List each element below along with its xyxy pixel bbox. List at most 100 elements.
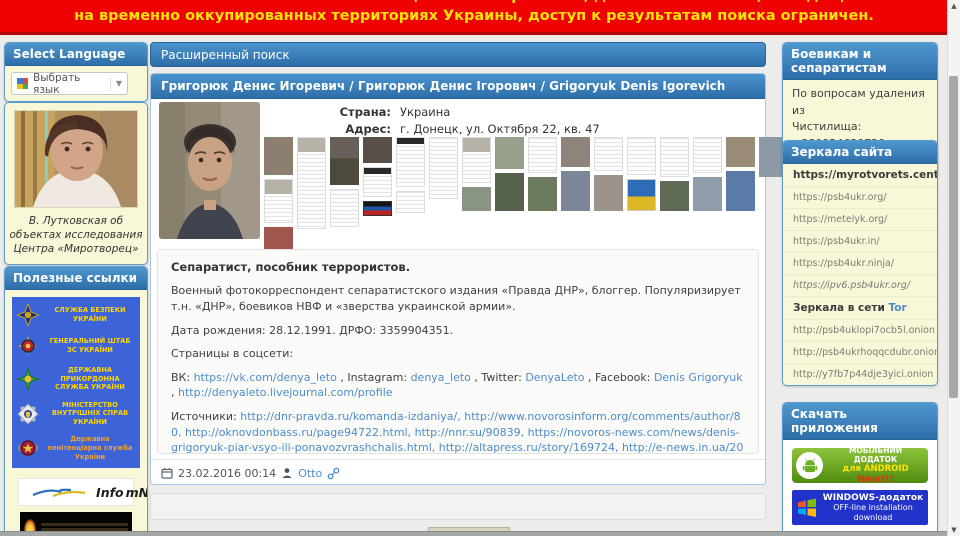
evidence-thumbnail[interactable]	[660, 181, 689, 211]
livejournal-link[interactable]: http://denyaleto.livejournal.com/profile	[178, 386, 393, 399]
mirror-link[interactable]: https://myrotvorets.center/	[783, 164, 937, 186]
sources-label: Источники:	[171, 409, 237, 423]
google-translate-icon	[17, 78, 28, 89]
mirror-link[interactable]: https://psb4ukr.org/	[783, 186, 937, 208]
mirror-link[interactable]: https://metelyk.org/	[783, 208, 937, 230]
select-language-header: Select Language	[5, 43, 147, 66]
windows-logo-icon	[798, 498, 816, 517]
evidence-thumbnail[interactable]	[495, 173, 524, 211]
genstab-emblem-icon	[16, 335, 40, 357]
language-select-label: Выбрать язык	[33, 71, 81, 96]
onion-mirror-link[interactable]: http://psb4uklopi7ocb5l.onion	[783, 319, 937, 341]
evidence-thumbnail[interactable]	[396, 191, 425, 213]
myrotvorets-page: Уважаемые пользователи! По независящим о…	[0, 0, 960, 536]
evidence-thumbnail[interactable]	[561, 137, 590, 167]
useful-links-box: Полезные ссылки СЛУЖБА БЕЗПЕКИ УКРАЇНИ Г…	[4, 266, 148, 536]
language-select-widget[interactable]: Выбрать язык ▼	[11, 71, 128, 96]
evidence-thumbnail[interactable]	[726, 137, 755, 167]
link-penitentiary[interactable]: Державна пенітенціарна служба України	[16, 435, 136, 461]
person-icon	[282, 468, 292, 478]
informnapalm-wave-icon	[32, 488, 86, 498]
scroll-down-arrow[interactable]: ▼	[948, 526, 960, 534]
evidence-thumbnail[interactable]	[594, 137, 623, 171]
evidence-thumbnail[interactable]	[726, 171, 755, 211]
social-links-line: ВК: https://vk.com/denya_leto , Instagra…	[171, 370, 743, 400]
evidence-thumbnail[interactable]	[264, 137, 293, 175]
tor-mirrors-header: Зеркала в сети Tor	[783, 296, 937, 319]
sbu-emblem-icon	[16, 304, 40, 326]
onion-mirror-link[interactable]: http://y7fb7p44dje3yici.onion	[783, 363, 937, 385]
evidence-thumbnail[interactable]	[330, 189, 359, 227]
twitter-link[interactable]: DenyaLeto	[525, 371, 584, 384]
evidence-thumbnail[interactable]	[297, 137, 326, 229]
useful-links-header: Полезные ссылки	[5, 267, 147, 290]
evidence-thumbnail[interactable]	[528, 137, 557, 173]
evidence-thumbnail[interactable]	[627, 179, 656, 211]
border-service-emblem-icon	[16, 367, 40, 390]
evidence-thumbnail[interactable]	[660, 137, 689, 177]
author-link[interactable]: Otto	[298, 467, 322, 480]
link-genstab[interactable]: ГЕНЕРАЛЬНИЙ ШТАБ ЗС УКРАЇНИ	[16, 335, 136, 357]
vk-link[interactable]: https://vk.com/denya_leto	[194, 371, 337, 384]
apps-box: Скачать приложения МОБІЛЬНИЙ ДОДАТОК для…	[782, 402, 938, 536]
lutkovska-photo[interactable]	[14, 110, 138, 208]
evidence-thumbnail[interactable]	[363, 137, 392, 163]
tor-link[interactable]: Tor	[888, 302, 906, 314]
evidence-thumbnail[interactable]	[264, 179, 293, 223]
birth-line: Дата рождения: 28.12.1991. ДРФО: 3359904…	[171, 323, 454, 337]
evidence-thumbnail[interactable]	[594, 175, 623, 211]
evidence-thumbnail[interactable]	[363, 201, 392, 216]
evidence-thumbnail[interactable]	[561, 171, 590, 211]
address-label: Адрес:	[345, 122, 391, 136]
evidence-thumbnail[interactable]	[693, 137, 722, 173]
permalink-icon[interactable]	[327, 467, 340, 480]
source-links[interactable]: http://dnr-pravda.ru/komanda-izdaniya/, …	[171, 410, 743, 453]
vertical-scrollbar[interactable]: ▲ ▼	[947, 0, 960, 536]
mirror-link[interactable]: https://psb4ukr.ninja/	[783, 252, 937, 274]
profile-footer: 23.02.2016 00:14 Otto	[151, 459, 765, 486]
facebook-link[interactable]: Denis Grigoryuk	[654, 371, 743, 384]
link-border-service[interactable]: ДЕРЖАВНА ПРИКОРДОННА СЛУЖБА УКРАЇНИ	[16, 366, 136, 392]
video-caption: В. Лутковская об объектах исследования Ц…	[9, 215, 143, 256]
profile-panel: Григорюк Денис Игоревич / Григорюк Денис…	[150, 73, 788, 486]
link-sbu[interactable]: СЛУЖБА БЕЗПЕКИ УКРАЇНИ	[16, 304, 136, 326]
country-value: Украина	[400, 105, 451, 119]
mirror-link[interactable]: https://psb4ukr.in/	[783, 230, 937, 252]
evidence-thumbnail[interactable]	[330, 137, 359, 185]
video-box: В. Лутковская об объектах исследования Ц…	[4, 102, 148, 265]
contact-header: Боевикам и сепаратистам	[783, 43, 937, 80]
evidence-collage	[264, 137, 788, 249]
scrollbar-thumb[interactable]	[949, 76, 958, 398]
evidence-thumbnail[interactable]	[528, 177, 557, 211]
mvs-emblem-icon	[16, 402, 40, 425]
evidence-thumbnail[interactable]	[396, 137, 425, 187]
apps-header: Скачать приложения	[783, 403, 937, 440]
evidence-thumbnail[interactable]	[363, 167, 392, 197]
advanced-search-label: Расширенный поиск	[161, 48, 290, 62]
evidence-thumbnail[interactable]	[495, 137, 524, 169]
profile-photo[interactable]	[159, 102, 260, 239]
sources-line: Источники: http://dnr-pravda.ru/komanda-…	[171, 409, 745, 453]
description-line: Военный фотокорреспондент сепаратистског…	[171, 284, 741, 313]
advanced-search-bar[interactable]: Расширенный поиск	[150, 42, 766, 67]
chevron-down-icon[interactable]: ▼	[116, 79, 122, 88]
informnapalm-logo[interactable]: InfomNapalm	[18, 478, 147, 507]
evidence-thumbnail[interactable]	[264, 227, 293, 249]
mirrors-header: Зеркала сайта	[783, 141, 937, 164]
evidence-thumbnail[interactable]	[462, 137, 491, 183]
android-app-banner[interactable]: МОБІЛЬНИЙ ДОДАТОК для ANDROID New!!!	[792, 446, 928, 485]
instagram-link[interactable]: denya_leto	[411, 371, 471, 384]
comments-placeholder-panel	[150, 493, 766, 520]
evidence-thumbnail[interactable]	[429, 137, 458, 199]
mirrors-box: Зеркала сайта https://myrotvorets.center…	[782, 140, 938, 386]
gov-links-banner: СЛУЖБА БЕЗПЕКИ УКРАЇНИ ГЕНЕРАЛЬНИЙ ШТАБ …	[12, 297, 140, 469]
address-value: г. Донецк, ул. Октября 22, кв. 47	[400, 122, 600, 136]
evidence-thumbnail[interactable]	[627, 137, 656, 175]
windows-app-banner[interactable]: WINDOWS-додаток OFF-line installation do…	[792, 490, 928, 525]
evidence-thumbnail[interactable]	[693, 177, 722, 211]
link-mvs[interactable]: МІНІСТЕРСТВО ВНУТРІШНІХ СПРАВ УКРАЇНИ	[16, 401, 136, 427]
scroll-up-arrow[interactable]: ▲	[948, 2, 960, 10]
evidence-thumbnail[interactable]	[462, 187, 491, 211]
onion-mirror-link[interactable]: http://psb4ukrhoqqcdubr.onion	[783, 341, 937, 363]
mirror-link[interactable]: https://ipv6.psb4ukr.org/	[783, 274, 937, 296]
